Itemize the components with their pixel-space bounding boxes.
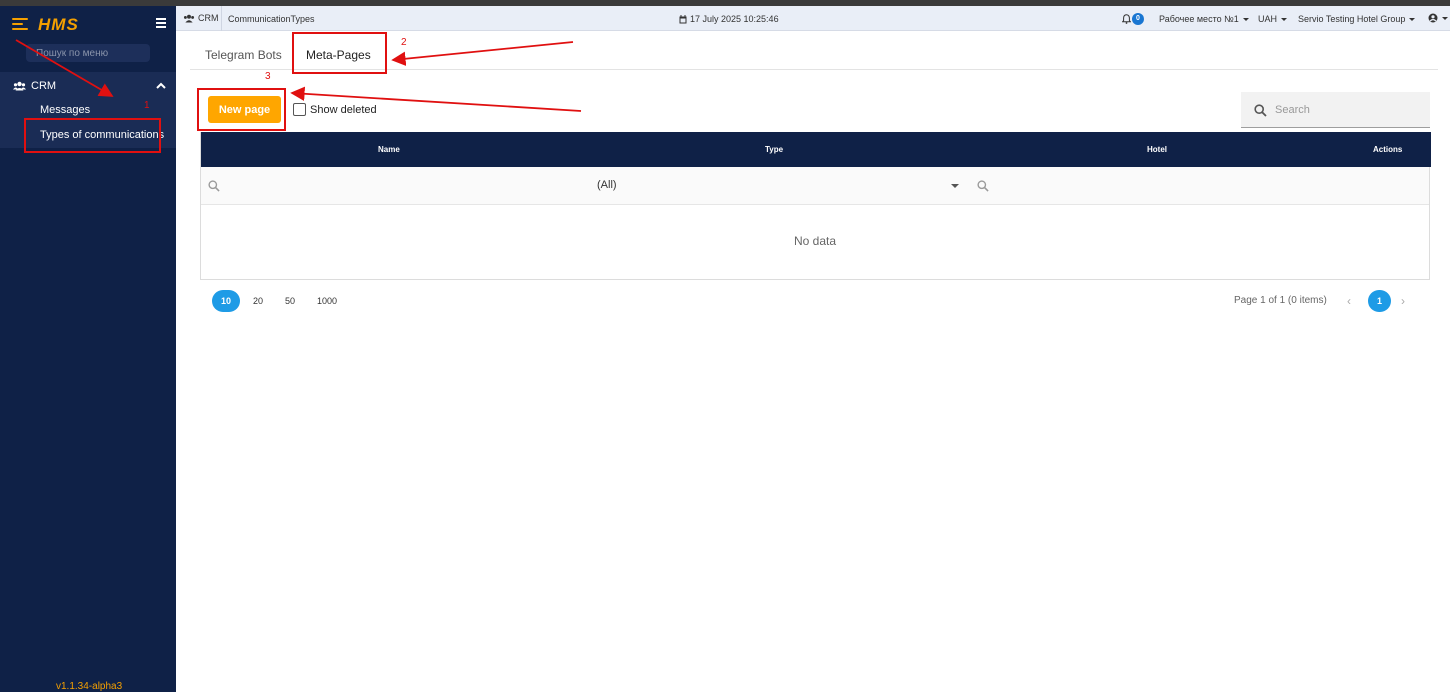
search-icon[interactable] [977,180,989,192]
organization-dropdown[interactable]: Servio Testing Hotel Group [1298,14,1416,24]
search-icon [1254,104,1267,117]
notifications-badge: 0 [1132,13,1144,25]
annotation-box-1 [24,118,161,153]
organization-label: Servio Testing Hotel Group [1298,14,1406,24]
sidebar-item-messages[interactable]: Messages [40,104,90,116]
workplace-dropdown[interactable]: Рабочее место №1 [1159,14,1249,24]
pager-info: Page 1 of 1 (0 items) [1234,295,1327,306]
annotation-number-1: 1 [144,100,150,111]
page-size-20[interactable]: 20 [248,290,268,312]
app-version: v1.1.34-alpha3 [56,681,123,692]
grid-header: Name Type Hotel Actions [201,132,1431,167]
caret-down-icon [1281,17,1288,21]
chevron-up-icon[interactable] [156,82,166,89]
annotation-number-2: 2 [401,37,407,48]
grid-search [1241,92,1430,128]
header-divider [221,6,222,31]
currency-dropdown[interactable]: UAH [1258,14,1288,24]
menu-search-input[interactable] [26,44,150,62]
search-icon[interactable] [208,180,220,192]
caret-down-icon [1242,17,1249,21]
notifications-button[interactable]: 0 [1122,13,1144,25]
top-header: CRM CommunicationTypes 17 July 2025 10:2… [176,6,1450,31]
show-deleted-checkbox[interactable]: Show deleted [293,103,377,116]
column-header-type[interactable]: Type [765,145,783,154]
breadcrumb-module-label: CRM [198,13,219,23]
show-deleted-label: Show deleted [310,103,377,116]
caret-down-icon [1442,16,1448,20]
users-icon [183,14,195,23]
caret-down-icon [1409,17,1416,21]
header-datetime: 17 July 2025 10:25:46 [679,14,779,24]
bell-icon [1122,14,1131,24]
column-header-name[interactable]: Name [378,145,400,154]
page-size-1000[interactable]: 1000 [313,290,341,312]
breadcrumb-module[interactable]: CRM [183,13,219,23]
calendar-icon [679,14,687,23]
workplace-label: Рабочее место №1 [1159,14,1239,24]
sidebar-group-crm-header[interactable]: CRM [13,80,56,92]
currency-label: UAH [1258,14,1278,24]
user-menu[interactable] [1428,13,1448,23]
page-size-10[interactable]: 10 [212,290,240,312]
grid-filter-row: (All) [201,167,1429,205]
logo-menu-icon [12,18,28,32]
checkbox-icon[interactable] [293,103,306,116]
annotation-box-3 [197,88,286,131]
user-circle-icon [1428,13,1438,23]
grid-empty-message: No data [793,234,837,248]
breadcrumb-page: CommunicationTypes [228,14,315,24]
sidebar-group-label: CRM [31,80,57,92]
column-header-hotel[interactable]: Hotel [1147,145,1167,154]
users-icon [13,81,26,91]
data-grid: Name Type Hotel Actions (All) No data [200,132,1431,280]
column-header-actions: Actions [1373,145,1403,154]
page-size-50[interactable]: 50 [280,290,300,312]
chevron-left-icon[interactable]: ‹ [1347,294,1351,308]
header-datetime-text: 17 July 2025 10:25:46 [690,14,779,24]
grid-search-input[interactable] [1275,101,1425,119]
brand-name: HMS [38,15,79,34]
tab-telegram-bots[interactable]: Telegram Bots [205,48,282,62]
caret-down-icon[interactable] [951,184,959,188]
chevron-right-icon[interactable]: › [1401,294,1405,308]
sidebar-toggle-icon[interactable] [156,18,166,28]
annotation-number-3: 3 [265,71,271,82]
annotation-box-2 [292,32,387,74]
pager-current-page[interactable]: 1 [1368,290,1391,312]
type-filter-select[interactable]: (All) [597,179,617,191]
app-logo[interactable]: HMS [12,14,79,36]
